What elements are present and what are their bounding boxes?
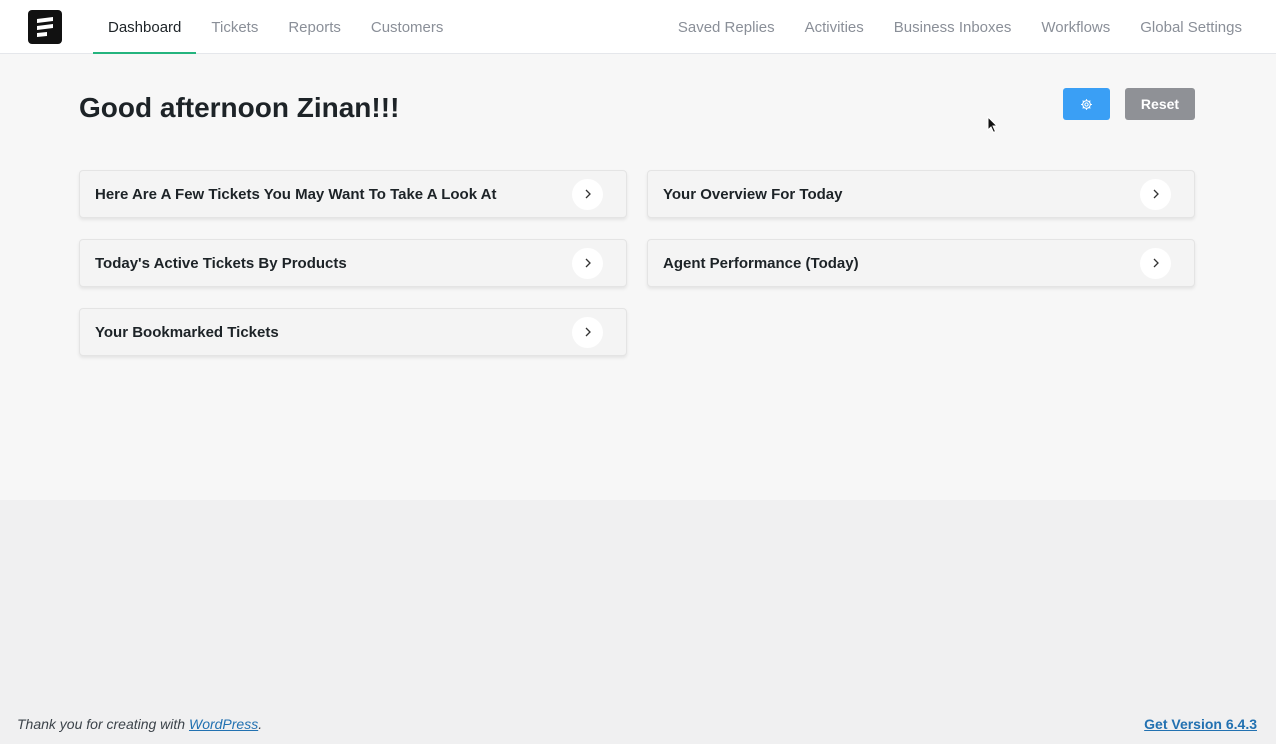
- chevron-right-icon[interactable]: [1140, 178, 1171, 210]
- card-agent-performance[interactable]: Agent Performance (Today): [647, 239, 1195, 287]
- footer-thanks-suffix: .: [258, 716, 263, 732]
- nav-item-dashboard[interactable]: Dashboard: [93, 0, 197, 54]
- nav-item-workflows[interactable]: Workflows: [1026, 0, 1125, 54]
- gear-icon: [1081, 98, 1092, 110]
- primary-nav: Dashboard Tickets Reports Customers: [93, 0, 458, 54]
- card-title: Today's Active Tickets By Products: [95, 254, 347, 272]
- chevron-right-icon[interactable]: [1140, 247, 1171, 279]
- card-title: Your Overview For Today: [663, 185, 843, 203]
- page-title: Good afternoon Zinan!!!: [79, 92, 400, 123]
- secondary-nav: Saved Replies Activities Business Inboxe…: [663, 0, 1257, 54]
- footer-thanks: Thank you for creating with WordPress.: [17, 716, 262, 732]
- card-title: Here Are A Few Tickets You May Want To T…: [95, 185, 497, 203]
- chevron-right-icon[interactable]: [572, 178, 603, 210]
- nav-item-business-inboxes[interactable]: Business Inboxes: [879, 0, 1027, 54]
- card-title: Agent Performance (Today): [663, 254, 859, 272]
- app-logo-icon[interactable]: [28, 10, 62, 44]
- chevron-right-icon[interactable]: [572, 247, 603, 279]
- get-version-link[interactable]: Get Version 6.4.3: [1144, 716, 1257, 732]
- chevron-right-icon[interactable]: [572, 316, 603, 348]
- nav-item-saved-replies[interactable]: Saved Replies: [663, 0, 790, 54]
- dashboard-main: Good afternoon Zinan!!! Reset Here Are A…: [0, 54, 1276, 500]
- reset-button[interactable]: Reset: [1125, 88, 1195, 120]
- card-overview-today[interactable]: Your Overview For Today: [647, 170, 1195, 218]
- mouse-cursor-icon: [987, 116, 999, 134]
- nav-item-activities[interactable]: Activities: [790, 0, 879, 54]
- nav-item-customers[interactable]: Customers: [356, 0, 459, 54]
- card-tickets-to-look-at[interactable]: Here Are A Few Tickets You May Want To T…: [79, 170, 627, 218]
- dashboard-settings-button[interactable]: [1063, 88, 1110, 120]
- card-active-tickets-by-products[interactable]: Today's Active Tickets By Products: [79, 239, 627, 287]
- nav-item-global-settings[interactable]: Global Settings: [1125, 0, 1257, 54]
- card-bookmarked-tickets[interactable]: Your Bookmarked Tickets: [79, 308, 627, 356]
- footer-thanks-prefix: Thank you for creating with: [17, 716, 189, 732]
- wordpress-link[interactable]: WordPress: [189, 716, 258, 732]
- top-navigation-bar: Dashboard Tickets Reports Customers Save…: [0, 0, 1276, 54]
- nav-item-tickets[interactable]: Tickets: [196, 0, 273, 54]
- card-title: Your Bookmarked Tickets: [95, 323, 279, 341]
- nav-item-reports[interactable]: Reports: [273, 0, 356, 54]
